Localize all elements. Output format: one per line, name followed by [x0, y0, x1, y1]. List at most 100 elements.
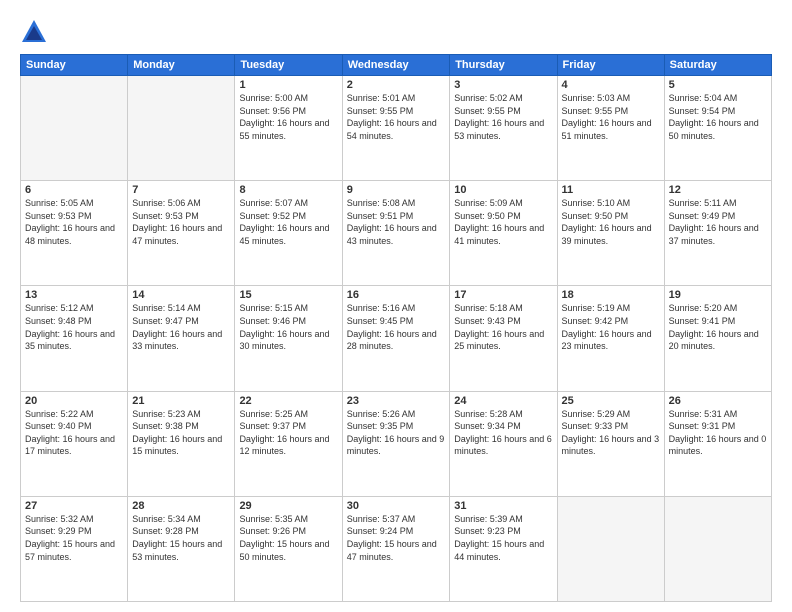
- day-cell: 9Sunrise: 5:08 AMSunset: 9:51 PMDaylight…: [342, 181, 450, 286]
- day-number: 18: [562, 289, 660, 301]
- day-number: 8: [239, 184, 337, 196]
- day-number: 9: [347, 184, 446, 196]
- day-info: Sunrise: 5:19 AMSunset: 9:42 PMDaylight:…: [562, 302, 660, 352]
- day-header-saturday: Saturday: [664, 55, 771, 76]
- day-number: 22: [239, 395, 337, 407]
- day-info: Sunrise: 5:06 AMSunset: 9:53 PMDaylight:…: [132, 197, 230, 247]
- calendar-body: 1Sunrise: 5:00 AMSunset: 9:56 PMDaylight…: [21, 76, 772, 602]
- day-info: Sunrise: 5:11 AMSunset: 9:49 PMDaylight:…: [669, 197, 767, 247]
- day-number: 30: [347, 500, 446, 512]
- day-info: Sunrise: 5:35 AMSunset: 9:26 PMDaylight:…: [239, 513, 337, 563]
- day-number: 7: [132, 184, 230, 196]
- day-cell: 20Sunrise: 5:22 AMSunset: 9:40 PMDayligh…: [21, 391, 128, 496]
- day-number: 10: [454, 184, 552, 196]
- day-cell: 3Sunrise: 5:02 AMSunset: 9:55 PMDaylight…: [450, 76, 557, 181]
- day-number: 19: [669, 289, 767, 301]
- calendar-header: SundayMondayTuesdayWednesdayThursdayFrid…: [21, 55, 772, 76]
- day-info: Sunrise: 5:29 AMSunset: 9:33 PMDaylight:…: [562, 408, 660, 458]
- day-cell: 25Sunrise: 5:29 AMSunset: 9:33 PMDayligh…: [557, 391, 664, 496]
- week-row-5: 27Sunrise: 5:32 AMSunset: 9:29 PMDayligh…: [21, 496, 772, 601]
- day-header-sunday: Sunday: [21, 55, 128, 76]
- day-info: Sunrise: 5:34 AMSunset: 9:28 PMDaylight:…: [132, 513, 230, 563]
- day-number: 15: [239, 289, 337, 301]
- day-cell: 7Sunrise: 5:06 AMSunset: 9:53 PMDaylight…: [128, 181, 235, 286]
- day-header-monday: Monday: [128, 55, 235, 76]
- day-info: Sunrise: 5:00 AMSunset: 9:56 PMDaylight:…: [239, 92, 337, 142]
- day-header-thursday: Thursday: [450, 55, 557, 76]
- day-cell: 19Sunrise: 5:20 AMSunset: 9:41 PMDayligh…: [664, 286, 771, 391]
- day-info: Sunrise: 5:04 AMSunset: 9:54 PMDaylight:…: [669, 92, 767, 142]
- day-cell: 29Sunrise: 5:35 AMSunset: 9:26 PMDayligh…: [235, 496, 342, 601]
- day-header-tuesday: Tuesday: [235, 55, 342, 76]
- day-number: 21: [132, 395, 230, 407]
- day-cell: 5Sunrise: 5:04 AMSunset: 9:54 PMDaylight…: [664, 76, 771, 181]
- day-cell: 11Sunrise: 5:10 AMSunset: 9:50 PMDayligh…: [557, 181, 664, 286]
- day-info: Sunrise: 5:25 AMSunset: 9:37 PMDaylight:…: [239, 408, 337, 458]
- day-info: Sunrise: 5:16 AMSunset: 9:45 PMDaylight:…: [347, 302, 446, 352]
- day-info: Sunrise: 5:39 AMSunset: 9:23 PMDaylight:…: [454, 513, 552, 563]
- week-row-1: 1Sunrise: 5:00 AMSunset: 9:56 PMDaylight…: [21, 76, 772, 181]
- header: [20, 18, 772, 46]
- page: SundayMondayTuesdayWednesdayThursdayFrid…: [0, 0, 792, 612]
- day-number: 23: [347, 395, 446, 407]
- day-info: Sunrise: 5:23 AMSunset: 9:38 PMDaylight:…: [132, 408, 230, 458]
- day-number: 17: [454, 289, 552, 301]
- day-header-wednesday: Wednesday: [342, 55, 450, 76]
- day-number: 29: [239, 500, 337, 512]
- day-number: 26: [669, 395, 767, 407]
- logo-icon: [20, 18, 48, 46]
- day-number: 11: [562, 184, 660, 196]
- day-cell: 6Sunrise: 5:05 AMSunset: 9:53 PMDaylight…: [21, 181, 128, 286]
- day-info: Sunrise: 5:03 AMSunset: 9:55 PMDaylight:…: [562, 92, 660, 142]
- day-number: 2: [347, 79, 446, 91]
- header-row: SundayMondayTuesdayWednesdayThursdayFrid…: [21, 55, 772, 76]
- day-info: Sunrise: 5:15 AMSunset: 9:46 PMDaylight:…: [239, 302, 337, 352]
- day-info: Sunrise: 5:09 AMSunset: 9:50 PMDaylight:…: [454, 197, 552, 247]
- day-number: 16: [347, 289, 446, 301]
- logo: [20, 18, 52, 46]
- day-cell: 30Sunrise: 5:37 AMSunset: 9:24 PMDayligh…: [342, 496, 450, 601]
- day-cell: 27Sunrise: 5:32 AMSunset: 9:29 PMDayligh…: [21, 496, 128, 601]
- day-cell: 1Sunrise: 5:00 AMSunset: 9:56 PMDaylight…: [235, 76, 342, 181]
- week-row-4: 20Sunrise: 5:22 AMSunset: 9:40 PMDayligh…: [21, 391, 772, 496]
- day-cell: 14Sunrise: 5:14 AMSunset: 9:47 PMDayligh…: [128, 286, 235, 391]
- day-cell: 23Sunrise: 5:26 AMSunset: 9:35 PMDayligh…: [342, 391, 450, 496]
- day-info: Sunrise: 5:08 AMSunset: 9:51 PMDaylight:…: [347, 197, 446, 247]
- day-info: Sunrise: 5:05 AMSunset: 9:53 PMDaylight:…: [25, 197, 123, 247]
- day-cell: 4Sunrise: 5:03 AMSunset: 9:55 PMDaylight…: [557, 76, 664, 181]
- day-number: 24: [454, 395, 552, 407]
- day-cell: 10Sunrise: 5:09 AMSunset: 9:50 PMDayligh…: [450, 181, 557, 286]
- week-row-3: 13Sunrise: 5:12 AMSunset: 9:48 PMDayligh…: [21, 286, 772, 391]
- day-cell: [664, 496, 771, 601]
- day-cell: 8Sunrise: 5:07 AMSunset: 9:52 PMDaylight…: [235, 181, 342, 286]
- day-number: 14: [132, 289, 230, 301]
- calendar-table: SundayMondayTuesdayWednesdayThursdayFrid…: [20, 54, 772, 602]
- day-cell: 22Sunrise: 5:25 AMSunset: 9:37 PMDayligh…: [235, 391, 342, 496]
- day-cell: 31Sunrise: 5:39 AMSunset: 9:23 PMDayligh…: [450, 496, 557, 601]
- day-info: Sunrise: 5:14 AMSunset: 9:47 PMDaylight:…: [132, 302, 230, 352]
- day-cell: [21, 76, 128, 181]
- day-header-friday: Friday: [557, 55, 664, 76]
- day-info: Sunrise: 5:22 AMSunset: 9:40 PMDaylight:…: [25, 408, 123, 458]
- day-info: Sunrise: 5:28 AMSunset: 9:34 PMDaylight:…: [454, 408, 552, 458]
- day-cell: 24Sunrise: 5:28 AMSunset: 9:34 PMDayligh…: [450, 391, 557, 496]
- day-number: 31: [454, 500, 552, 512]
- week-row-2: 6Sunrise: 5:05 AMSunset: 9:53 PMDaylight…: [21, 181, 772, 286]
- day-info: Sunrise: 5:26 AMSunset: 9:35 PMDaylight:…: [347, 408, 446, 458]
- day-info: Sunrise: 5:32 AMSunset: 9:29 PMDaylight:…: [25, 513, 123, 563]
- day-info: Sunrise: 5:20 AMSunset: 9:41 PMDaylight:…: [669, 302, 767, 352]
- day-cell: 15Sunrise: 5:15 AMSunset: 9:46 PMDayligh…: [235, 286, 342, 391]
- day-number: 13: [25, 289, 123, 301]
- day-cell: 21Sunrise: 5:23 AMSunset: 9:38 PMDayligh…: [128, 391, 235, 496]
- day-cell: 16Sunrise: 5:16 AMSunset: 9:45 PMDayligh…: [342, 286, 450, 391]
- day-number: 3: [454, 79, 552, 91]
- day-info: Sunrise: 5:18 AMSunset: 9:43 PMDaylight:…: [454, 302, 552, 352]
- day-info: Sunrise: 5:02 AMSunset: 9:55 PMDaylight:…: [454, 92, 552, 142]
- day-info: Sunrise: 5:10 AMSunset: 9:50 PMDaylight:…: [562, 197, 660, 247]
- day-cell: [557, 496, 664, 601]
- day-info: Sunrise: 5:07 AMSunset: 9:52 PMDaylight:…: [239, 197, 337, 247]
- day-number: 25: [562, 395, 660, 407]
- day-cell: 2Sunrise: 5:01 AMSunset: 9:55 PMDaylight…: [342, 76, 450, 181]
- day-number: 1: [239, 79, 337, 91]
- day-number: 4: [562, 79, 660, 91]
